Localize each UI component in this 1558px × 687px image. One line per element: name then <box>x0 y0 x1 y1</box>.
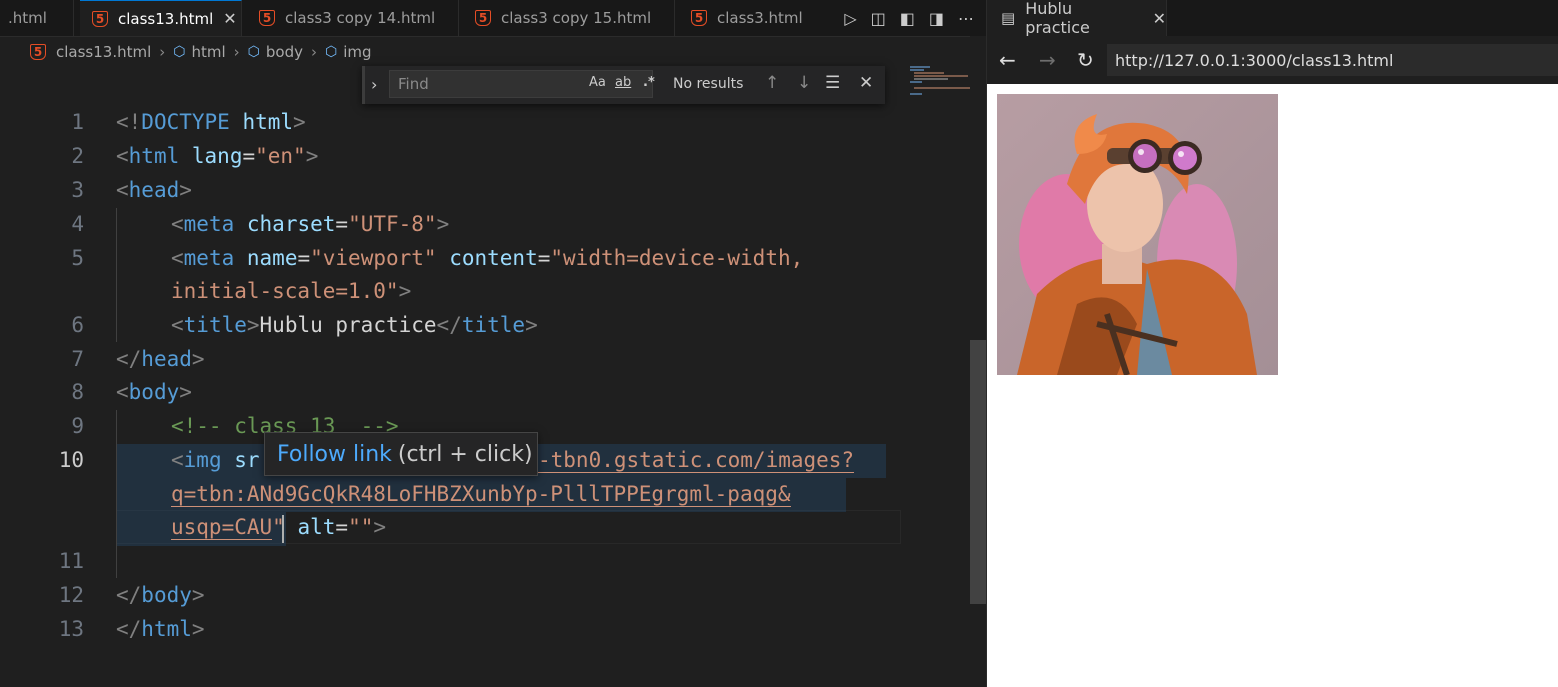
indent-guide <box>116 410 117 578</box>
tab-label: class13.html <box>118 9 214 28</box>
preview-tab-bar: ▤ Hublu practice ✕ <box>987 0 1558 37</box>
tab-class3-copy-15[interactable]: 5 class3 copy 15.html <box>459 0 675 36</box>
tab-label: class3 copy 15.html <box>501 9 652 27</box>
html5-icon: 5 <box>691 10 707 26</box>
line-number: 4 <box>71 212 84 236</box>
line-number: 13 <box>58 617 84 641</box>
split-editor-icon[interactable]: ◨ <box>929 9 944 28</box>
portrait-image <box>997 94 1278 375</box>
code-line-6: <title>Hublu practice</title> <box>171 313 538 337</box>
line-number: 3 <box>71 178 84 202</box>
code-line-5: <meta name="viewport" content="width=dev… <box>171 246 804 270</box>
tab-class3-copy-14[interactable]: 5 class3 copy 14.html <box>243 0 459 36</box>
more-actions-icon[interactable]: ⋯ <box>958 9 974 28</box>
code-line-4: <meta charset="UTF-8"> <box>171 212 450 236</box>
regex-icon[interactable]: .* <box>643 75 655 90</box>
tab-class3[interactable]: 5 class3.html <box>675 0 805 36</box>
browser-preview: ▤ Hublu practice ✕ ← → ↻ http://127.0.0.… <box>986 0 1558 687</box>
html5-icon: 5 <box>259 10 275 26</box>
match-case-icon[interactable]: Aa <box>589 75 606 90</box>
tab-label: class3.html <box>717 9 803 27</box>
line-number: 10 <box>58 448 84 472</box>
whole-word-icon[interactable]: ab <box>615 75 631 90</box>
url-bar[interactable]: http://127.0.0.1:3000/class13.html <box>1107 44 1558 76</box>
tab-label: .html <box>8 9 47 27</box>
back-arrow-icon[interactable]: ← <box>999 48 1016 72</box>
code-editor[interactable]: .html 5 class13.html ✕ 5 class3 copy 14.htm… <box>0 0 986 687</box>
html5-icon: 5 <box>92 10 108 27</box>
element-icon: ⬡ <box>173 44 186 60</box>
breadcrumb: 5 class13.html › ⬡ html › ⬡ body › ⬡ img <box>30 40 372 64</box>
follow-link[interactable]: Follow link <box>277 442 392 467</box>
breadcrumb-body[interactable]: body <box>266 43 303 61</box>
forward-arrow-icon[interactable]: → <box>1039 48 1056 72</box>
indent-guide <box>116 208 117 342</box>
line-number: 5 <box>71 246 84 270</box>
close-icon[interactable]: ✕ <box>859 73 873 93</box>
editor-tab-bar: .html 5 class13.html ✕ 5 class3 copy 14.htm… <box>0 0 986 37</box>
element-icon: ⬡ <box>325 44 338 60</box>
preview-side-icon[interactable]: ◧ <box>900 9 915 28</box>
tab-class13[interactable]: 5 class13.html ✕ <box>80 0 242 36</box>
code-line-7: </head> <box>116 347 205 371</box>
run-icon[interactable]: ▷ <box>844 9 856 28</box>
code-line-3: <head> <box>116 178 192 202</box>
find-widget: › Aa ab .* No results ↑ ↓ ☰ ✕ <box>362 66 885 104</box>
line-number: 12 <box>58 583 84 607</box>
html5-icon: 5 <box>30 44 46 60</box>
tab-preview[interactable]: ▤ Hublu practice ✕ <box>987 0 1167 37</box>
preview-nav-bar: ← → ↻ http://127.0.0.1:3000/class13.html <box>987 36 1558 84</box>
find-result: No results <box>673 76 744 92</box>
line-number: 1 <box>71 110 84 134</box>
code-line-5-wrap: initial-scale=1.0"> <box>171 279 412 303</box>
line-number: 8 <box>71 380 84 404</box>
tab-html[interactable]: .html <box>0 0 74 36</box>
find-in-selection-icon[interactable]: ☰ <box>825 73 840 93</box>
code-line-2: <html lang="en"> <box>116 144 319 168</box>
text-cursor <box>282 515 284 543</box>
line-number: 7 <box>71 347 84 371</box>
find-input[interactable] <box>389 70 653 98</box>
chevron-right-icon: › <box>159 43 166 61</box>
arrow-down-icon[interactable]: ↓ <box>797 73 811 93</box>
code-line-10: <img sr <box>171 448 260 472</box>
breadcrumb-img[interactable]: img <box>343 43 371 61</box>
follow-link-tooltip[interactable]: Follow link (ctrl + click) <box>264 432 538 476</box>
code-line-10-url[interactable]: -tbn0.gstatic.com/images? <box>538 448 855 473</box>
toggle-replace-icon[interactable]: › <box>371 75 377 94</box>
close-icon[interactable]: ✕ <box>1153 9 1166 28</box>
browser-icon: ▤ <box>1001 9 1016 27</box>
line-number: 2 <box>71 144 84 168</box>
line-number: 11 <box>58 549 84 573</box>
reload-icon[interactable]: ↻ <box>1077 48 1094 72</box>
code-line-1: <!DOCTYPE html> <box>116 110 306 134</box>
preview-tab-title: Hublu practice <box>1025 0 1090 37</box>
code-line-12: </body> <box>116 583 205 607</box>
html5-icon: 5 <box>475 10 491 26</box>
open-preview-icon[interactable]: ◫ <box>871 9 886 28</box>
minimap[interactable] <box>908 66 970 106</box>
line-number: 9 <box>71 414 84 438</box>
code-line-13: </html> <box>116 617 205 641</box>
code-line-10-wrap-1[interactable]: q=tbn:ANd9GcQkR48LoFHBZXunbYp-PlllTPPEgr… <box>171 482 791 507</box>
element-icon: ⬡ <box>247 44 260 60</box>
close-icon[interactable]: ✕ <box>223 9 236 28</box>
breadcrumb-file[interactable]: class13.html <box>56 43 151 61</box>
follow-link-hint: (ctrl + click) <box>397 441 533 467</box>
scrollbar-thumb[interactable] <box>970 340 986 604</box>
code-line-8: <body> <box>116 380 192 404</box>
editor-actions: ▷ ◫ ◧ ◨ ⋯ <box>844 0 974 36</box>
chevron-right-icon: › <box>233 43 240 61</box>
code-line-10-wrap-2: usqp=CAU" alt=""> <box>171 515 387 540</box>
breadcrumb-html[interactable]: html <box>192 43 226 61</box>
chevron-right-icon: › <box>311 43 318 61</box>
arrow-up-icon[interactable]: ↑ <box>765 73 779 93</box>
line-number: 6 <box>71 313 84 337</box>
tab-label: class3 copy 14.html <box>285 9 436 27</box>
